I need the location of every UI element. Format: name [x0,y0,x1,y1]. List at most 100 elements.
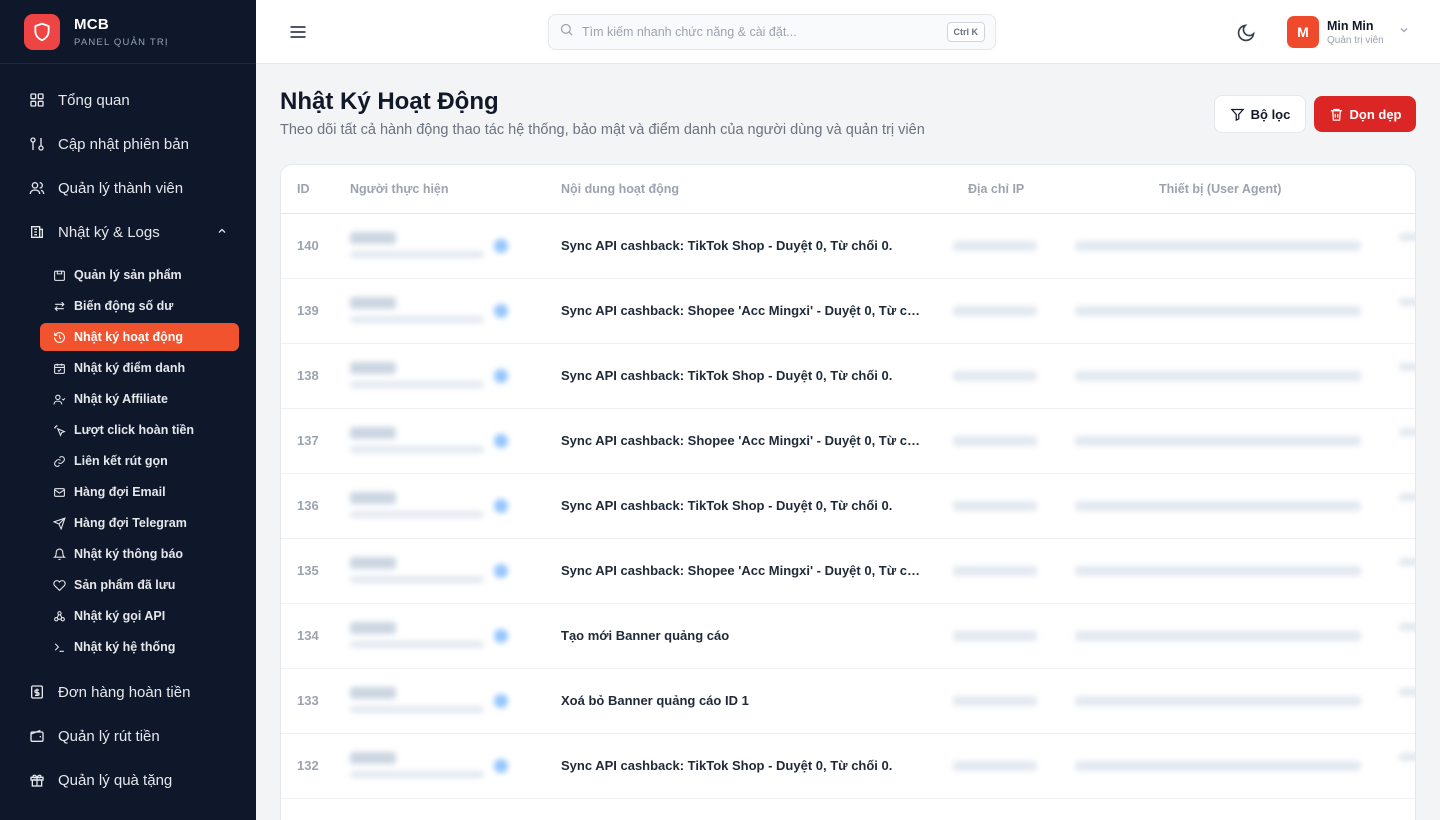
sidebar-item-version-updates[interactable]: Cập nhật phiên bản [0,122,256,166]
redacted-user-agent [1075,241,1361,251]
receipt-icon [28,683,46,701]
sidebar-item-members[interactable]: Quản lý thành viên [0,166,256,210]
sidebar-item-gifts[interactable]: Quản lý quà tặng [0,758,256,802]
sidebar-item-label: Quản lý quà tặng [58,771,173,789]
table-body: 140 Sync API cashback: TikTok Shop - Duyệ… [281,214,1415,799]
verified-badge-icon [494,564,508,578]
sidebar-item-label: Nhật ký hoạt động [74,330,184,344]
redacted-extra [1399,558,1415,566]
sidebar-item-telegram-queue[interactable]: Hàng đợi Telegram [40,509,239,537]
redacted-actor-name [350,427,396,439]
redacted-ip [953,566,1037,576]
brand-name: MCB [74,15,110,33]
filter-button[interactable]: Bộ lọc [1214,95,1306,133]
table-row[interactable]: 138 Sync API cashback: TikTok Shop - Duyệ… [281,344,1415,409]
sidebar-item-label: Hàng đợi Email [74,485,166,499]
table-row[interactable]: 139 Sync API cashback: Shopee 'Acc Mingxi… [281,279,1415,344]
table-row[interactable]: 135 Sync API cashback: Shopee 'Acc Mingxi… [281,539,1415,604]
verified-badge-icon [494,369,508,383]
clean-button[interactable]: Dọn dẹp [1314,96,1416,132]
sidebar-item-overview[interactable]: Tổng quan [0,78,256,122]
row-id: 135 [297,563,319,578]
sidebar-item-withdrawals[interactable]: Quản lý rút tiền [0,714,256,758]
verified-badge-icon [494,434,508,448]
chevron-up-icon [216,224,228,241]
redacted-actor-name [350,687,396,699]
verified-badge-icon [494,694,508,708]
shield-icon [24,13,60,50]
row-id: 133 [297,693,319,708]
sidebar-item-label: Đơn hàng hoàn tiền [58,683,191,701]
redacted-ip [953,306,1037,316]
redacted-actor-email [350,316,484,323]
activity-content: Tạo mới Banner quảng cáo [561,628,730,643]
search-box[interactable]: Ctrl K [548,14,996,50]
table-row[interactable]: 136 Sync API cashback: TikTok Shop - Duyệ… [281,474,1415,539]
sidebar-item-affiliate-log[interactable]: Nhật ký Affiliate [40,385,239,413]
redacted-actor-name [350,492,396,504]
sidebar-item-api-log[interactable]: Nhật ký gọi API [40,602,239,630]
user-role: Quản trị viên [1327,34,1384,46]
menu-icon[interactable] [288,22,308,42]
redacted-ip [953,696,1037,706]
package-icon [52,268,66,282]
user-group-icon [52,392,66,406]
sidebar-item-activity-log[interactable]: Nhật ký hoạt động [40,323,239,351]
table-row[interactable]: 140 Sync API cashback: TikTok Shop - Duyệ… [281,214,1415,279]
table-row[interactable]: 132 Sync API cashback: TikTok Shop - Duyệ… [281,734,1415,799]
sidebar-item-email-queue[interactable]: Hàng đợi Email [40,478,239,506]
sidebar-item-cashback-orders[interactable]: Đơn hàng hoàn tiền [0,670,256,714]
sidebar-item-cashback-clicks[interactable]: Lượt click hoàn tiền [40,416,239,444]
column-header-id: ID [297,182,310,196]
sidebar: MCB PANEL QUẢN TRỊ Tổng quan Cập nhật ph… [0,0,256,820]
filter-icon [1230,108,1245,121]
trash-icon [1330,108,1342,121]
table-row[interactable]: 134 Tạo mới Banner quảng cáo [281,604,1415,669]
activity-content: Sync API cashback: Shopee 'Acc Mingxi' -… [561,303,921,318]
heart-icon [52,578,66,592]
chevron-down-icon [1398,23,1410,41]
sidebar-item-label: Sản phẩm đã lưu [74,578,176,592]
mail-icon [52,485,66,499]
shortcut-badge: Ctrl K [946,22,985,42]
redacted-user-agent [1075,566,1361,576]
wallet-icon [28,727,46,745]
sidebar-item-balance-changes[interactable]: Biến động số dư [40,292,239,320]
column-header-ip: Địa chỉ IP [968,182,1025,196]
sidebar-item-label: Nhật ký gọi API [74,609,166,623]
sidebar-item-logs[interactable]: Nhật ký & Logs [0,210,256,254]
sidebar-item-short-links[interactable]: Liên kết rút gọn [40,447,239,475]
table-header: ID Người thực hiện Nội dung hoạt động Đị… [281,165,1415,214]
redacted-extra [1399,623,1415,631]
redacted-extra [1399,753,1415,761]
sidebar-item-attendance-log[interactable]: Nhật ký điểm danh [40,354,239,382]
row-id: 139 [297,303,319,318]
redacted-extra [1399,688,1415,696]
search-input[interactable] [582,25,947,39]
redacted-ip [953,761,1037,771]
webhook-icon [52,609,66,623]
column-header-actor: Người thực hiện [350,182,449,196]
redacted-user-agent [1075,761,1361,771]
activity-content: Sync API cashback: Shopee 'Acc Mingxi' -… [561,433,921,448]
redacted-actor-name [350,622,396,634]
table-row[interactable]: 137 Sync API cashback: Shopee 'Acc Mingxi… [281,409,1415,474]
table-row[interactable]: 133 Xoá bỏ Banner quảng cáo ID 1 [281,669,1415,734]
sidebar-item-products[interactable]: Quản lý sản phẩm [40,261,239,289]
verified-badge-icon [494,499,508,513]
activity-content: Sync API cashback: Shopee 'Acc Mingxi' -… [561,563,921,578]
moon-icon[interactable] [1236,23,1256,43]
sidebar-item-saved-products[interactable]: Sản phẩm đã lưu [40,571,239,599]
activity-content: Sync API cashback: TikTok Shop - Duyệt 0… [561,758,893,773]
sidebar-item-notification-log[interactable]: Nhật ký thông báo [40,540,239,568]
sidebar-nav: Tổng quan Cập nhật phiên bản Quản lý thà… [0,64,256,802]
activity-content: Sync API cashback: TikTok Shop - Duyệt 0… [561,238,893,253]
users-icon [28,179,46,197]
user-menu[interactable]: M Min Min Quản trị viên [1287,16,1410,48]
redacted-actor-name [350,232,396,244]
sidebar-item-label: Tổng quan [58,91,130,109]
brand[interactable]: MCB PANEL QUẢN TRỊ [0,0,256,64]
sidebar-item-system-log[interactable]: Nhật ký hệ thống [40,633,239,661]
page-subtitle: Theo dõi tất cả hành động thao tác hệ th… [280,122,925,138]
row-id: 132 [297,758,319,773]
